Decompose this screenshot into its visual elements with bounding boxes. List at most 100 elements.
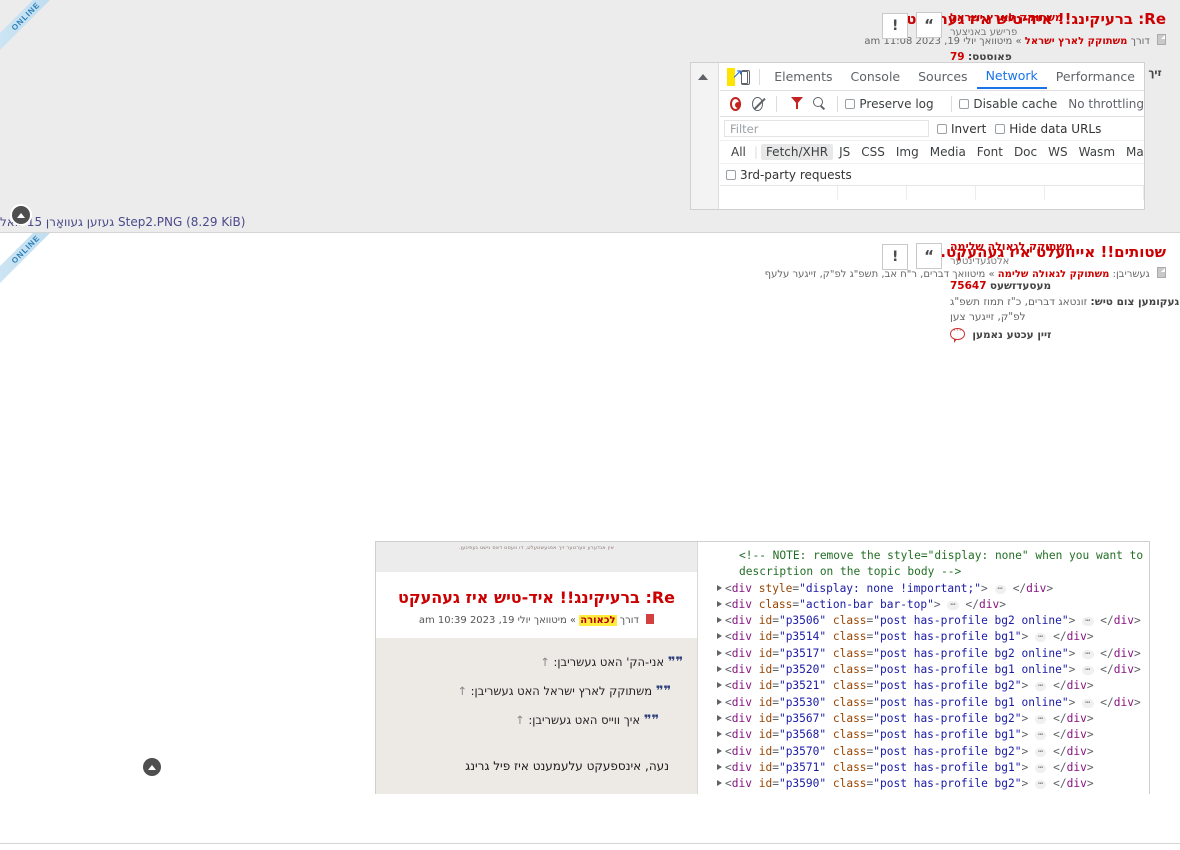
post-1: ONLINE Re: ברעיקינג!! איד-טיש איז געהעקט…: [0, 0, 1180, 232]
attachment-step2-image[interactable]: Elements Console Sources Network Perform…: [690, 62, 1145, 210]
step3-elements-pane: <!-- NOTE: remove the style="display: no…: [699, 542, 1149, 794]
devtools-thirdparty-row: 3rd-party requests: [720, 164, 1144, 186]
dom-tree-line[interactable]: <div style="display: none !important;"> …: [703, 581, 1147, 597]
attachment-1-caption[interactable]: Step2.PNG (8.29 KiB) געזען געוואָרן 15 מ…: [0, 210, 1180, 229]
expand-arrow-icon: [717, 731, 722, 738]
report-button[interactable]: !: [882, 13, 909, 39]
post-2-buttons: “ !: [878, 243, 942, 270]
step3-quote-1: ❞❞ אני-הק' האט געשריבן: ↑: [540, 655, 683, 670]
step3-quote-zone: ❞❞ אני-הק' האט געשריבן: ↑ ❞❞ משתוקק לארץ…: [376, 638, 697, 794]
post-2-profile: משתוקק לגאולה שלימה אלטגעדינטער מעסעדזשע…: [950, 239, 1180, 344]
profile-rank: אלטגעדינטער: [950, 255, 1010, 267]
contact-label: זיין עכטע נאמען: [972, 329, 1052, 342]
type-filter-media[interactable]: Media: [925, 144, 971, 160]
dom-tree-line[interactable]: description on the topic body -->: [703, 564, 1147, 580]
dom-tree-line[interactable]: <div id="p3520" class="post has-profile …: [703, 662, 1147, 678]
dom-tree-line[interactable]: <div id="p3570" class="post has-profile …: [703, 744, 1147, 760]
step3-byline-prefix: דורך: [619, 615, 639, 626]
dom-tree[interactable]: <!-- NOTE: remove the style="display: no…: [703, 548, 1147, 794]
scroll-to-top-button-1[interactable]: [12, 206, 30, 224]
profile-name-link[interactable]: משתוקק לארץ ישראל: [950, 10, 1180, 26]
hide-data-urls-checkbox[interactable]: Hide data URLs: [995, 122, 1101, 136]
chat-bubble-icon[interactable]: [950, 325, 965, 344]
profile-name-link[interactable]: משתוקק לגאולה שלימה: [950, 239, 1180, 255]
expand-arrow-icon: [717, 714, 722, 721]
expand-arrow-icon: [717, 633, 722, 640]
funnel-icon[interactable]: [790, 97, 803, 110]
type-filter-wasm[interactable]: Wasm: [1074, 144, 1120, 160]
type-filter-img[interactable]: Img: [891, 144, 924, 160]
disable-cache-checkbox[interactable]: Disable cache: [959, 97, 1057, 111]
expand-arrow-icon: [717, 682, 722, 689]
dom-tree-line[interactable]: <div id="p3530" class="post has-profile …: [703, 695, 1147, 711]
clear-icon[interactable]: [752, 96, 763, 111]
unread-post-icon: [646, 614, 655, 624]
step3-forum-pane: אין אנדערע ווערטער זיך אפגעשטעלט, דו ווע…: [376, 542, 698, 794]
type-filter-ws[interactable]: WS: [1043, 144, 1072, 160]
joined-value: זונטאג דברים, כ"ז תמוז תשפ"ג לפ"ק, זייגע…: [950, 295, 1088, 323]
step3-tiny-note: אין אנדערע ווערטער זיך אפגעשטעלט, דו ווע…: [458, 545, 615, 551]
expand-arrow-icon: [717, 617, 722, 624]
expand-arrow-icon: [717, 584, 722, 591]
devtools-tab-console[interactable]: Console: [841, 65, 909, 88]
dom-tree-line[interactable]: <!-- NOTE: remove the style="display: no…: [703, 548, 1147, 564]
quote-button[interactable]: “: [916, 243, 942, 269]
type-filter-font[interactable]: Font: [972, 144, 1008, 160]
expand-arrow-icon: [717, 649, 722, 656]
dom-tree-line[interactable]: <div id="p3514" class="post has-profile …: [703, 629, 1147, 645]
dom-tree-line[interactable]: <div id="p3590" class="post has-profile …: [703, 776, 1147, 792]
type-filter-fetch-xhr[interactable]: Fetch/XHR: [760, 144, 834, 160]
step3-byline-author-highlight: לכאורה: [579, 615, 617, 626]
step3-para-1: נעה, אינספעקט עלעמענט איז פיל גרינג: [465, 759, 669, 773]
type-filter-js[interactable]: JS: [834, 144, 855, 160]
throttling-select[interactable]: No throttling: [1068, 97, 1144, 111]
posts-count-label: מעסעדזשעס: [989, 280, 1052, 293]
devtools-type-filters: All | Fetch/XHR JS CSS Img Media Font Do…: [720, 141, 1144, 164]
expand-arrow-icon: [717, 666, 722, 673]
devtools-network-toolbar: Preserve log Disable cache No throttling: [720, 91, 1144, 117]
attachment-step3-image[interactable]: אין אנדערע ווערטער זיך אפגעשטעלט, דו ווע…: [375, 541, 1150, 794]
type-filter-doc[interactable]: Doc: [1009, 144, 1042, 160]
dom-tree-line[interactable]: <div id="p3568" class="post has-profile …: [703, 727, 1147, 743]
quote-button[interactable]: “: [916, 12, 942, 38]
expand-arrow-icon: [717, 780, 722, 787]
dom-tree-line[interactable]: <div class="action-bar bar-top"> ⋯ </div…: [703, 597, 1147, 613]
step3-quote-3: ❞❞ איך ווייס האט געשריבן: ↑: [515, 713, 659, 728]
dom-tree-line[interactable]: <div id="p3517" class="post has-profile …: [703, 646, 1147, 662]
step3-byline: דורך לכאורה » מיטוואך יולי 19, 2023 10:3…: [376, 607, 697, 626]
devtools-tab-network[interactable]: Network: [976, 64, 1047, 89]
type-filter-all[interactable]: All: [726, 144, 751, 160]
devtools-gutter: [691, 63, 719, 209]
expand-arrow-icon: [717, 698, 722, 705]
devtools-tab-elements[interactable]: Elements: [765, 65, 841, 88]
step3-top-strip: אין אנדערע ווערטער זיך אפגעשטעלט, דו ווע…: [376, 542, 697, 572]
devtools-tab-sources[interactable]: Sources: [909, 65, 976, 88]
step3-quote-2: ❞❞ משתוקק לארץ ישראל האט געשריבן: ↑: [457, 684, 671, 699]
devtools-filter-row: Filter Invert Hide data URLs: [720, 117, 1144, 141]
type-filter-manifest[interactable]: Manifest: [1121, 144, 1144, 160]
search-icon[interactable]: [813, 97, 824, 110]
dom-tree-line[interactable]: <div id="p3571" class="post has-profile …: [703, 760, 1147, 776]
preserve-log-checkbox[interactable]: Preserve log: [845, 97, 934, 111]
dom-tree-line[interactable]: <div id="p3521" class="post has-profile …: [703, 678, 1147, 694]
type-filter-css[interactable]: CSS: [856, 144, 890, 160]
chevron-up-icon[interactable]: [698, 74, 708, 80]
inspect-element-icon[interactable]: [727, 67, 736, 86]
dom-tree-line[interactable]: <div id="p3862" class="post has-profile …: [703, 792, 1147, 794]
device-toolbar-icon[interactable]: [740, 70, 750, 85]
expand-arrow-icon: [717, 763, 722, 770]
devtools-tab-performance[interactable]: Performance: [1047, 65, 1144, 88]
filter-input[interactable]: Filter: [724, 120, 929, 137]
posts-count-value: 75647: [950, 280, 987, 293]
record-icon[interactable]: [730, 96, 742, 111]
divider: [950, 95, 952, 112]
report-button[interactable]: !: [882, 244, 909, 270]
forum-topic-page: ONLINE Re: ברעיקינג!! איד-טיש איז געהעקט…: [0, 0, 1180, 850]
dom-tree-line[interactable]: <div id="p3506" class="post has-profile …: [703, 613, 1147, 629]
divider: |: [753, 145, 758, 159]
scroll-to-top-button-2[interactable]: [143, 758, 161, 776]
third-party-requests-checkbox[interactable]: 3rd-party requests: [726, 168, 852, 182]
dom-tree-line[interactable]: <div id="p3567" class="post has-profile …: [703, 711, 1147, 727]
network-table-header: [720, 186, 1144, 200]
invert-checkbox[interactable]: Invert: [937, 122, 986, 136]
